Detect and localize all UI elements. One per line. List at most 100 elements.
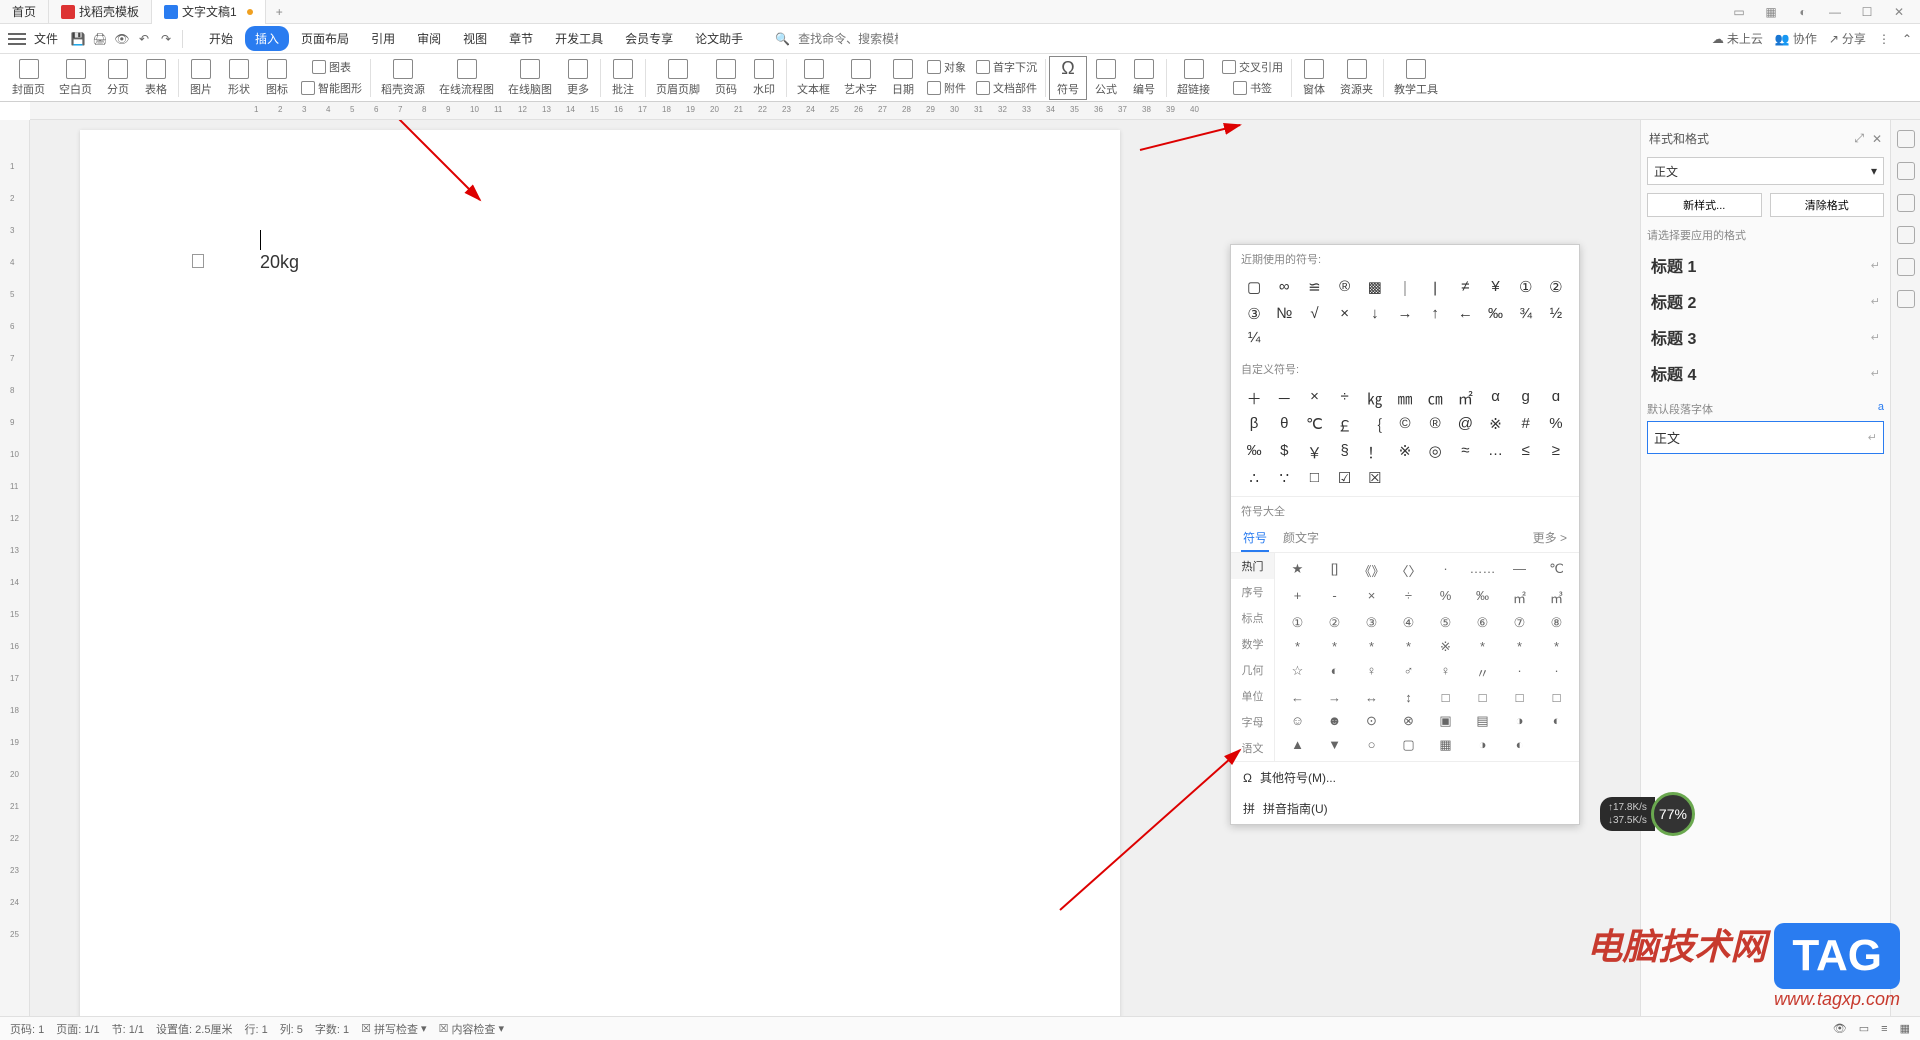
close-button[interactable]: ✕ xyxy=(1886,5,1912,19)
hamburger-icon[interactable] xyxy=(8,33,26,45)
symbol-item[interactable]: § xyxy=(1330,439,1360,466)
symbol-item[interactable]: θ xyxy=(1269,412,1299,439)
symbol-item[interactable]: ㎡ xyxy=(1501,584,1538,611)
symbol-item[interactable]: ◎ xyxy=(1420,439,1450,466)
symbol-item[interactable]: + xyxy=(1279,584,1316,611)
tab-insert[interactable]: 插入 xyxy=(245,26,289,51)
new-tab[interactable]: + xyxy=(266,5,293,19)
symbol-item[interactable]: ① xyxy=(1279,611,1316,635)
symbol-item[interactable]: ☒ xyxy=(1360,466,1390,490)
symbol-item[interactable]: 《》 xyxy=(1353,557,1390,584)
icon[interactable]: 图标 xyxy=(259,57,295,99)
more[interactable]: 更多 xyxy=(560,57,596,99)
tab-emoji[interactable]: 颜文字 xyxy=(1281,525,1321,552)
smartart[interactable]: 智能图形 xyxy=(297,78,366,98)
symbol-item[interactable]: ¥ xyxy=(1480,275,1510,302)
symbol-item[interactable]: ¾ xyxy=(1511,302,1541,326)
symbol-cat[interactable]: 序号 xyxy=(1231,579,1274,605)
tab-doc1[interactable]: 文字文稿1 xyxy=(152,0,266,24)
symbol-item[interactable]: ￡ xyxy=(1330,412,1360,439)
tab-paper[interactable]: 论文助手 xyxy=(685,26,753,51)
symbol-cat[interactable]: 数学 xyxy=(1231,631,1274,657)
hyperlink[interactable]: 超链接 xyxy=(1171,57,1216,99)
symbol-item[interactable]: × xyxy=(1353,584,1390,611)
symbol-item[interactable]: ② xyxy=(1316,611,1353,635)
symbol-item[interactable]: ℃ xyxy=(1538,557,1575,584)
style-item[interactable]: 标题 4↵ xyxy=(1647,355,1884,391)
body-style[interactable]: 正文↵ xyxy=(1647,421,1884,454)
symbol-item[interactable]: － xyxy=(1269,385,1299,412)
dropcap[interactable]: 首字下沉 xyxy=(972,57,1041,77)
symbol-item[interactable]: ⑧ xyxy=(1538,611,1575,635)
symbol-item[interactable]: ￥ xyxy=(1299,439,1329,466)
symbol-item[interactable]: · xyxy=(1427,557,1464,584)
symbol-item[interactable]: ↓ xyxy=(1360,302,1390,326)
symbol-item[interactable]: □ xyxy=(1501,686,1538,709)
symbol-item[interactable]: …… xyxy=(1464,557,1501,584)
search-input[interactable] xyxy=(798,32,898,46)
symbol-item[interactable]: ① xyxy=(1511,275,1541,302)
symbol-item[interactable]: 丨 xyxy=(1420,275,1450,302)
symbol-item[interactable]: ♀ xyxy=(1353,659,1390,686)
eye-icon[interactable]: 👁 xyxy=(1833,1022,1847,1035)
clear-format-button[interactable]: 清除格式 xyxy=(1770,193,1885,217)
symbol-item[interactable]: ⑥ xyxy=(1464,611,1501,635)
tab-view[interactable]: 视图 xyxy=(453,26,497,51)
pin-icon[interactable]: ⤢ xyxy=(1854,131,1864,146)
symbol-cat[interactable]: 单位 xyxy=(1231,683,1274,709)
rail-nav-icon[interactable] xyxy=(1897,194,1915,212)
rail-setting-icon[interactable] xyxy=(1897,290,1915,308)
symbol-item[interactable]: ÷ xyxy=(1390,584,1427,611)
symbol-item[interactable]: № xyxy=(1269,302,1299,326)
undo-icon[interactable]: ↶ xyxy=(134,29,154,49)
symbol-item[interactable]: ∵ xyxy=(1269,466,1299,490)
symbol-item[interactable]: · xyxy=(1501,659,1538,686)
symbol-cat[interactable]: 热门 xyxy=(1231,553,1274,579)
resources[interactable]: 资源夹 xyxy=(1334,57,1379,99)
forms[interactable]: 窗体 xyxy=(1296,57,1332,99)
font-link[interactable]: a xyxy=(1878,401,1884,417)
picture[interactable]: 图片 xyxy=(183,57,219,99)
tab-docer[interactable]: 找稻壳模板 xyxy=(49,0,152,24)
symbol-item[interactable]: # xyxy=(1511,412,1541,439)
rail-style-icon[interactable] xyxy=(1897,130,1915,148)
symbol-item[interactable]: ◑ xyxy=(1464,733,1501,757)
equation[interactable]: 公式 xyxy=(1088,57,1124,99)
status-row[interactable]: 行: 1 xyxy=(244,1021,267,1037)
theme-icon[interactable]: ◐ xyxy=(1790,5,1816,19)
symbol-item[interactable]: ≈ xyxy=(1450,439,1480,466)
chart[interactable]: 图表 xyxy=(297,57,366,77)
rail-tool-icon[interactable] xyxy=(1897,258,1915,276)
coop-button[interactable]: 👥 协作 xyxy=(1775,30,1817,47)
symbol-item[interactable]: α xyxy=(1480,385,1510,412)
symbol-item[interactable]: □ xyxy=(1427,686,1464,709)
symbol-item[interactable]: ※ xyxy=(1480,412,1510,439)
symbol-item[interactable]: ℃ xyxy=(1299,412,1329,439)
symbol-item[interactable]: * xyxy=(1390,635,1427,659)
attach[interactable]: 附件 xyxy=(923,78,970,98)
symbol-item[interactable]: * xyxy=(1464,635,1501,659)
symbol-cat[interactable]: 语文 xyxy=(1231,735,1274,761)
symbol-item[interactable]: * xyxy=(1353,635,1390,659)
symbol-item[interactable]: ③ xyxy=(1239,302,1269,326)
symbol-item[interactable]: — xyxy=(1501,557,1538,584)
file-menu[interactable]: 文件 xyxy=(34,30,58,47)
symbol-item[interactable]: → xyxy=(1316,686,1353,709)
symbol-item[interactable]: ‰ xyxy=(1480,302,1510,326)
table[interactable]: 表格 xyxy=(138,57,174,99)
symbol[interactable]: Ω符号 xyxy=(1050,57,1086,99)
symbol-item[interactable]: ⑤ xyxy=(1427,611,1464,635)
symbol-item[interactable]: ② xyxy=(1541,275,1571,302)
status-section[interactable]: 节: 1/1 xyxy=(112,1021,144,1037)
status-setval[interactable]: 设置值: 2.5厘米 xyxy=(156,1021,232,1037)
symbol-item[interactable]: ㎝ xyxy=(1420,385,1450,412)
symbol-item[interactable]: ½ xyxy=(1541,302,1571,326)
symbol-item[interactable]: ▢ xyxy=(1390,733,1427,757)
symbol-item[interactable]: $ xyxy=(1269,439,1299,466)
symbol-item[interactable]: ＋ xyxy=(1239,385,1269,412)
symbol-item[interactable]: % xyxy=(1427,584,1464,611)
symbol-item[interactable]: ◐ xyxy=(1501,733,1538,757)
symbol-item[interactable]: ㎡ xyxy=(1450,385,1480,412)
status-words[interactable]: 字数: 1 xyxy=(315,1021,349,1037)
symbol-item[interactable]: ∞ xyxy=(1269,275,1299,302)
